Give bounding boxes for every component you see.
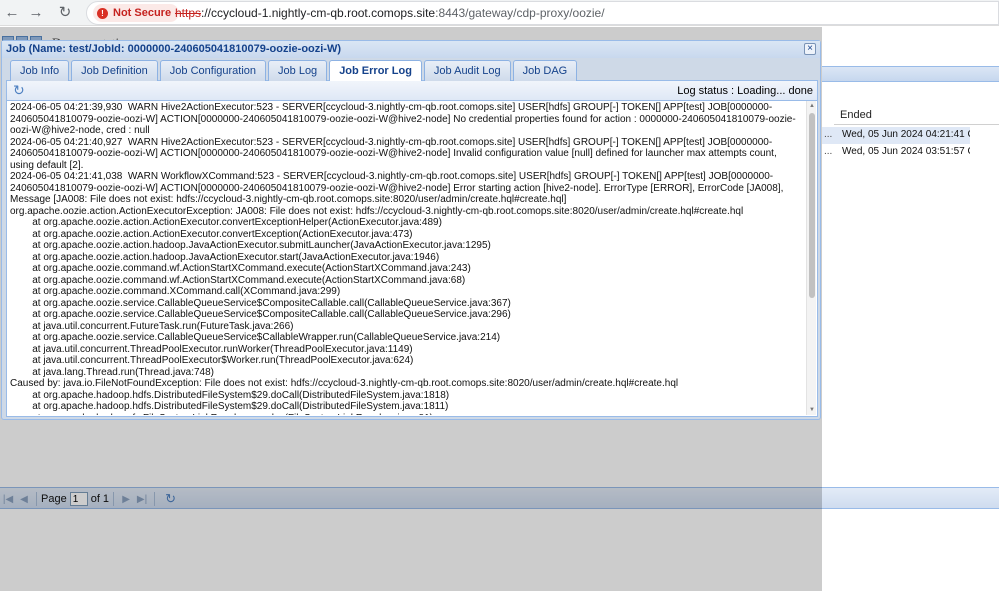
- dialog-title-text: Job (Name: test/JobId: 0000000-240605041…: [6, 43, 342, 55]
- reload-icon[interactable]: ↻: [55, 3, 75, 23]
- ended-cell: Wed, 05 Jun 2024 04:21:41 G...: [842, 129, 970, 140]
- column-header-ended[interactable]: Ended: [834, 105, 999, 125]
- forward-icon[interactable]: →: [26, 3, 46, 23]
- log-status-text: Log status : Loading... done: [677, 85, 813, 97]
- tab-job-configuration[interactable]: Job Configuration: [159, 60, 267, 81]
- back-icon[interactable]: ←: [2, 3, 22, 23]
- browser-toolbar: ← → ↻ ! Not Secure https://ccycloud-1.ni…: [0, 0, 999, 26]
- log-content-area[interactable]: 2024-06-05 04:21:39,930 WARN Hive2Action…: [7, 101, 817, 415]
- security-chip[interactable]: ! Not Secure: [93, 4, 180, 22]
- scroll-down-icon[interactable]: ▼: [807, 405, 817, 415]
- job-dialog: Job (Name: test/JobId: 0000000-240605041…: [1, 40, 821, 420]
- log-toolbar: ↻ Log status : Loading... done: [7, 81, 817, 101]
- tab-job-dag[interactable]: Job DAG: [512, 60, 578, 81]
- ended-cell: Wed, 05 Jun 2024 03:51:57 G...: [842, 146, 970, 157]
- url-text[interactable]: https://ccycloud-1.nightly-cm-qb.root.co…: [175, 6, 605, 20]
- vertical-scrollbar[interactable]: ▲ ▼: [806, 101, 816, 415]
- url-scheme: https: [175, 6, 202, 20]
- table-row[interactable]: ... Wed, 05 Jun 2024 03:51:57 G...: [822, 144, 970, 161]
- grid-header-band: [822, 66, 999, 82]
- truncated-cell: ...: [824, 146, 833, 157]
- tab-job-log[interactable]: Job Log: [268, 60, 328, 81]
- error-log-panel: ↻ Log status : Loading... done 2024-06-0…: [6, 81, 818, 417]
- log-text: 2024-06-05 04:21:39,930 WARN Hive2Action…: [10, 102, 796, 415]
- truncated-cell: ...: [824, 129, 833, 140]
- scrollbar-thumb[interactable]: [809, 113, 815, 298]
- security-label: Not Secure: [113, 7, 172, 19]
- table-row[interactable]: ... Wed, 05 Jun 2024 04:21:41 G...: [822, 127, 970, 144]
- tab-job-definition[interactable]: Job Definition: [71, 60, 158, 81]
- address-bar[interactable]: ! Not Secure https://ccycloud-1.nightly-…: [86, 1, 999, 25]
- scroll-up-icon[interactable]: ▲: [807, 101, 817, 111]
- url-path: :8443/gateway/cdp-proxy/oozie/: [435, 6, 605, 20]
- refresh-icon[interactable]: ↻: [13, 82, 25, 99]
- tab-job-info[interactable]: Job Info: [10, 60, 70, 81]
- url-host: ://ccycloud-1.nightly-cm-qb.root.comops.…: [201, 6, 436, 20]
- tab-job-audit-log[interactable]: Job Audit Log: [423, 60, 511, 81]
- dialog-title[interactable]: Job (Name: test/JobId: 0000000-240605041…: [2, 41, 820, 58]
- close-icon[interactable]: ×: [804, 43, 816, 55]
- warning-icon: !: [97, 7, 108, 19]
- tab-job-error-log[interactable]: Job Error Log: [329, 60, 422, 82]
- tab-strip: Job Info Job Definition Job Configuratio…: [6, 59, 818, 82]
